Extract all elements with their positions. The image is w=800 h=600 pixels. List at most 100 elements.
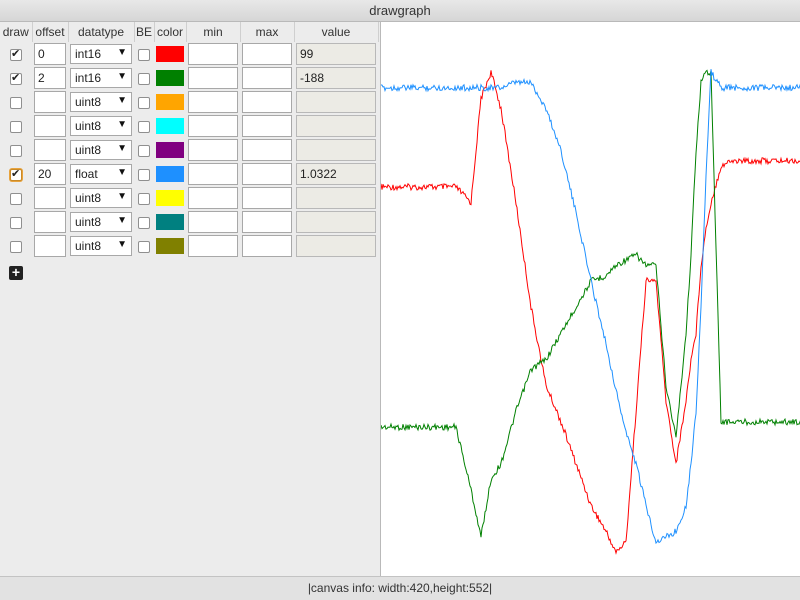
big-endian-checkbox[interactable] [138,96,150,109]
min-input[interactable] [188,187,238,209]
draw-checkbox[interactable] [10,192,22,205]
color-swatch[interactable] [156,166,184,182]
min-cell [186,234,240,258]
big-endian-checkbox[interactable] [138,216,150,229]
max-input[interactable] [242,67,292,89]
big-endian-checkbox[interactable] [138,72,150,85]
be-cell [134,186,154,210]
offset-input[interactable]: 20 [34,163,66,185]
offset-cell: 20 [32,162,68,186]
offset-input[interactable] [34,235,66,257]
min-cell [186,210,240,234]
color-swatch[interactable] [156,94,184,110]
datatype-select[interactable]: uint8 ▼ [70,212,132,232]
offset-cell: 0 [32,42,68,66]
draw-checkbox[interactable] [10,240,22,253]
draw-checkbox[interactable] [10,71,22,85]
datatype-cell: uint8 ▼ [68,186,134,210]
min-input[interactable] [188,91,238,113]
table-row: uint8 ▼ [0,186,378,210]
max-input[interactable] [242,91,292,113]
big-endian-checkbox[interactable] [138,168,150,181]
offset-input[interactable] [34,187,66,209]
channel-table: draw offset datatype BE color min max va… [0,22,379,258]
draw-checkbox[interactable] [10,47,22,61]
value-readout [296,235,376,257]
draw-checkbox[interactable] [10,96,22,109]
offset-cell [32,186,68,210]
max-input[interactable] [242,235,292,257]
max-cell [240,42,294,66]
chevron-down-icon: ▼ [117,95,127,106]
header-value: value [294,22,379,42]
big-endian-checkbox[interactable] [138,192,150,205]
offset-input[interactable] [34,211,66,233]
color-swatch[interactable] [156,46,184,62]
min-input[interactable] [188,43,238,65]
color-swatch[interactable] [156,238,184,254]
min-cell [186,162,240,186]
max-cell [240,90,294,114]
datatype-select[interactable]: uint8 ▼ [70,116,132,136]
big-endian-checkbox[interactable] [138,240,150,253]
datatype-select[interactable]: int16 ▼ [70,68,132,88]
datatype-select[interactable]: uint8 ▼ [70,140,132,160]
status-bar: |canvas info: width:420,height:552| [0,576,800,600]
datatype-select[interactable]: uint8 ▼ [70,92,132,112]
datatype-cell: uint8 ▼ [68,138,134,162]
be-cell [134,42,154,66]
max-cell [240,138,294,162]
header-draw: draw [0,22,33,42]
datatype-select[interactable]: float ▼ [70,164,132,184]
min-input[interactable] [188,211,238,233]
max-input[interactable] [242,163,292,185]
draw-checkbox[interactable] [10,120,22,133]
max-input[interactable] [242,43,292,65]
min-input[interactable] [188,67,238,89]
draw-checkbox[interactable] [10,144,22,157]
datatype-cell: float ▼ [68,162,134,186]
datatype-select[interactable]: uint8 ▼ [70,188,132,208]
datatype-select[interactable]: uint8 ▼ [70,236,132,256]
min-input[interactable] [188,163,238,185]
offset-input[interactable] [34,91,66,113]
offset-input[interactable]: 0 [34,43,66,65]
min-input[interactable] [188,235,238,257]
offset-input[interactable] [34,139,66,161]
draw-checkbox[interactable] [10,216,22,229]
min-input[interactable] [188,115,238,137]
header-color: color [154,22,187,42]
table-row: uint8 ▼ [0,90,378,114]
graph-line-2 [380,69,800,545]
color-swatch[interactable] [156,190,184,206]
color-swatch[interactable] [156,214,184,230]
value-cell [294,90,378,114]
max-input[interactable] [242,211,292,233]
max-input[interactable] [242,187,292,209]
min-input[interactable] [188,139,238,161]
max-cell [240,186,294,210]
color-swatch[interactable] [156,118,184,134]
add-channel-button[interactable]: + [9,265,23,280]
big-endian-checkbox[interactable] [138,144,150,157]
min-cell [186,66,240,90]
graph-line-1 [380,69,800,538]
graph-canvas[interactable] [380,22,800,576]
max-input[interactable] [242,115,292,137]
offset-input[interactable] [34,115,66,137]
channel-panel: draw offset datatype BE color min max va… [0,22,380,576]
max-cell [240,114,294,138]
header-be: BE [134,22,155,42]
draw-cell [0,234,32,258]
color-swatch[interactable] [156,70,184,86]
datatype-value: uint8 [75,239,102,253]
graph-line-0 [380,70,800,555]
offset-input[interactable]: 2 [34,67,66,89]
big-endian-checkbox[interactable] [138,120,150,133]
be-cell [134,138,154,162]
datatype-select[interactable]: int16 ▼ [70,44,132,64]
big-endian-checkbox[interactable] [138,48,150,61]
color-swatch[interactable] [156,142,184,158]
draw-checkbox[interactable] [10,167,22,181]
max-input[interactable] [242,139,292,161]
